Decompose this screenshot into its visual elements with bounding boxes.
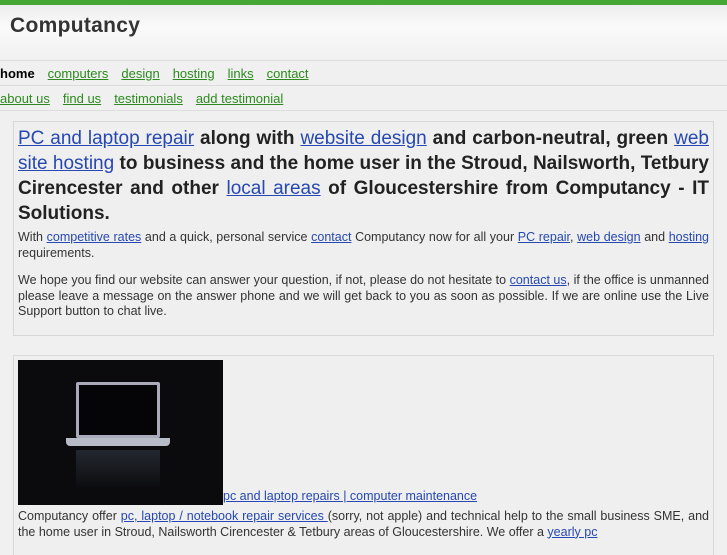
competitive-rates-link[interactable]: competitive rates: [47, 230, 142, 244]
repair-box: pc and laptop repairs | computer mainten…: [13, 355, 714, 555]
nav-home[interactable]: home: [0, 66, 35, 81]
text: With: [18, 230, 47, 244]
repair-services-link[interactable]: pc, laptop / notebook repair services: [121, 509, 328, 523]
contact-us-link[interactable]: contact us: [510, 273, 567, 287]
text: and a quick, personal service: [141, 230, 312, 244]
main-nav-row2: about us find us testimonials add testim…: [0, 86, 727, 111]
main-nav-row1: home computers design hosting links cont…: [0, 61, 727, 86]
intro-heading: PC and laptop repair along with website …: [18, 126, 709, 226]
nav-find-us[interactable]: find us: [63, 91, 101, 106]
pc-laptop-repairs-link[interactable]: pc and laptop repairs | computer mainten…: [223, 489, 477, 503]
repair-figure: pc and laptop repairs | computer mainten…: [18, 360, 709, 505]
help-paragraph: We hope you find our website can answer …: [18, 273, 709, 320]
heading-text: along with: [194, 128, 301, 149]
nav-add-testimonial[interactable]: add testimonial: [196, 91, 283, 106]
website-design-link[interactable]: website design: [300, 128, 426, 149]
nav-computers[interactable]: computers: [48, 66, 109, 81]
contact-link[interactable]: contact: [311, 230, 351, 244]
intro-box: PC and laptop repair along with website …: [13, 121, 714, 336]
laptop-image: [18, 360, 223, 505]
repair-paragraph: Computancy offer pc, laptop / notebook r…: [18, 509, 709, 540]
intro-paragraph: With competitive rates and a quick, pers…: [18, 230, 709, 261]
site-header: Computancy: [0, 5, 727, 61]
hosting-link[interactable]: hosting: [669, 230, 709, 244]
text: Computancy offer: [18, 509, 121, 523]
text: and: [640, 230, 669, 244]
pc-repair-link[interactable]: PC repair: [518, 230, 570, 244]
nav-links[interactable]: links: [228, 66, 254, 81]
nav-about-us[interactable]: about us: [0, 91, 50, 106]
text: We hope you find our website can answer …: [18, 273, 510, 287]
heading-text: and carbon-neutral, green: [426, 128, 675, 149]
local-areas-link[interactable]: local areas: [226, 178, 320, 199]
site-title: Computancy: [10, 14, 141, 37]
nav-hosting[interactable]: hosting: [173, 66, 215, 81]
web-design-link[interactable]: web design: [577, 230, 640, 244]
yearly-pc-link[interactable]: yearly pc: [547, 525, 597, 539]
text: Computancy now for all your: [351, 230, 518, 244]
nav-contact[interactable]: contact: [267, 66, 309, 81]
text: requirements.: [18, 245, 95, 260]
nav-design[interactable]: design: [121, 66, 159, 81]
nav-testimonials[interactable]: testimonials: [114, 91, 183, 106]
pc-laptop-repair-link[interactable]: PC and laptop repair: [18, 128, 194, 149]
